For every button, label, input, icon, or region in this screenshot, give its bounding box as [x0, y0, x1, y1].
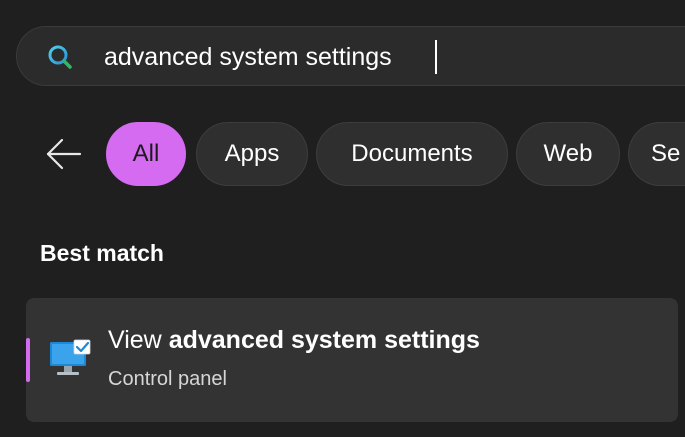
- filter-chip-documents[interactable]: Documents: [316, 122, 508, 186]
- search-input[interactable]: [104, 39, 664, 75]
- best-match-heading: Best match: [40, 240, 164, 266]
- result-title: View advanced system settings: [108, 326, 480, 355]
- filter-chip-web[interactable]: Web: [516, 122, 620, 186]
- search-icon: [47, 44, 73, 70]
- filter-chip-apps[interactable]: Apps: [196, 122, 308, 186]
- result-title-match: advanced system settings: [168, 326, 480, 354]
- system-settings-monitor-icon: [48, 338, 94, 380]
- result-title-prefix: View: [108, 326, 169, 354]
- selection-indicator: [26, 338, 30, 382]
- filter-chip-settings[interactable]: Se: [628, 122, 685, 186]
- filter-chip-all[interactable]: All: [106, 122, 186, 186]
- result-subtitle: Control panel: [108, 368, 227, 390]
- search-box[interactable]: [16, 26, 685, 86]
- back-arrow-icon[interactable]: [44, 136, 84, 172]
- search-panel: All Apps Documents Web Se Best match Vie…: [0, 0, 685, 437]
- text-caret: [435, 40, 437, 74]
- best-match-result[interactable]: View advanced system settings Control pa…: [26, 298, 678, 422]
